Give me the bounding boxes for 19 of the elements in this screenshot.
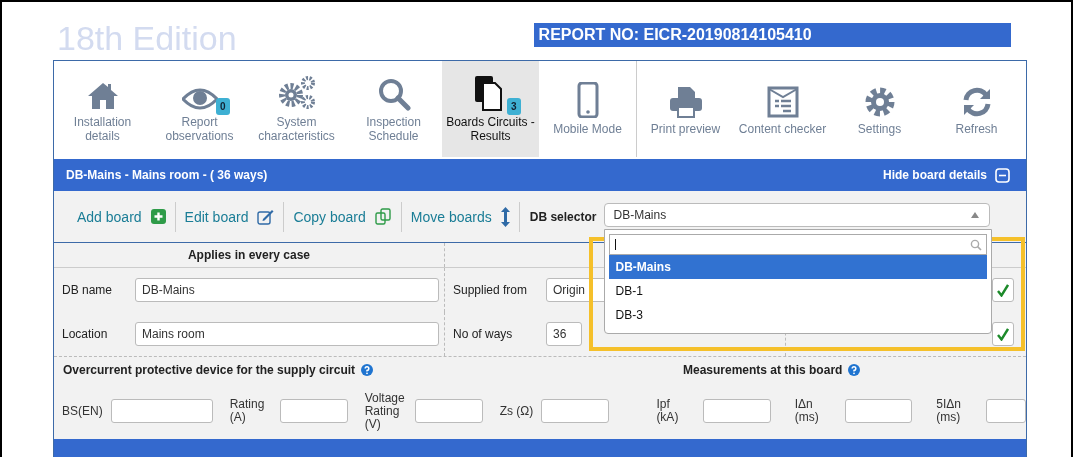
report-number-banner: REPORT NO: EICR-20190814105410 (533, 23, 1011, 47)
field-label: DB name (61, 283, 114, 297)
db-selector-label: DB selector (529, 209, 597, 224)
field-label: Voltage Rating (V) (364, 391, 406, 431)
count-badge: 0 (215, 98, 230, 115)
field-label: Location (61, 327, 109, 341)
board-title: DB-Mains - Mains room - ( 36 ways) (66, 168, 268, 182)
field-label: Zs (Ω) (499, 404, 534, 418)
count-badge: 3 (506, 98, 521, 115)
field-label: No of ways (452, 327, 514, 341)
field-label: Ipf (kA) (656, 398, 680, 424)
section-title: Measurements at this board (683, 363, 843, 377)
section-title: Overcurrent protective device for the supply circuit (63, 363, 356, 377)
field-label: 5IΔn (ms) (936, 398, 962, 424)
column-heading: Applies in every case (186, 247, 312, 264)
field-label: Rating (A) (229, 398, 266, 424)
field-label: IΔn (ms) (794, 398, 820, 424)
field-label: Supplied from (452, 283, 529, 297)
field-label: BS(EN) (62, 404, 103, 418)
